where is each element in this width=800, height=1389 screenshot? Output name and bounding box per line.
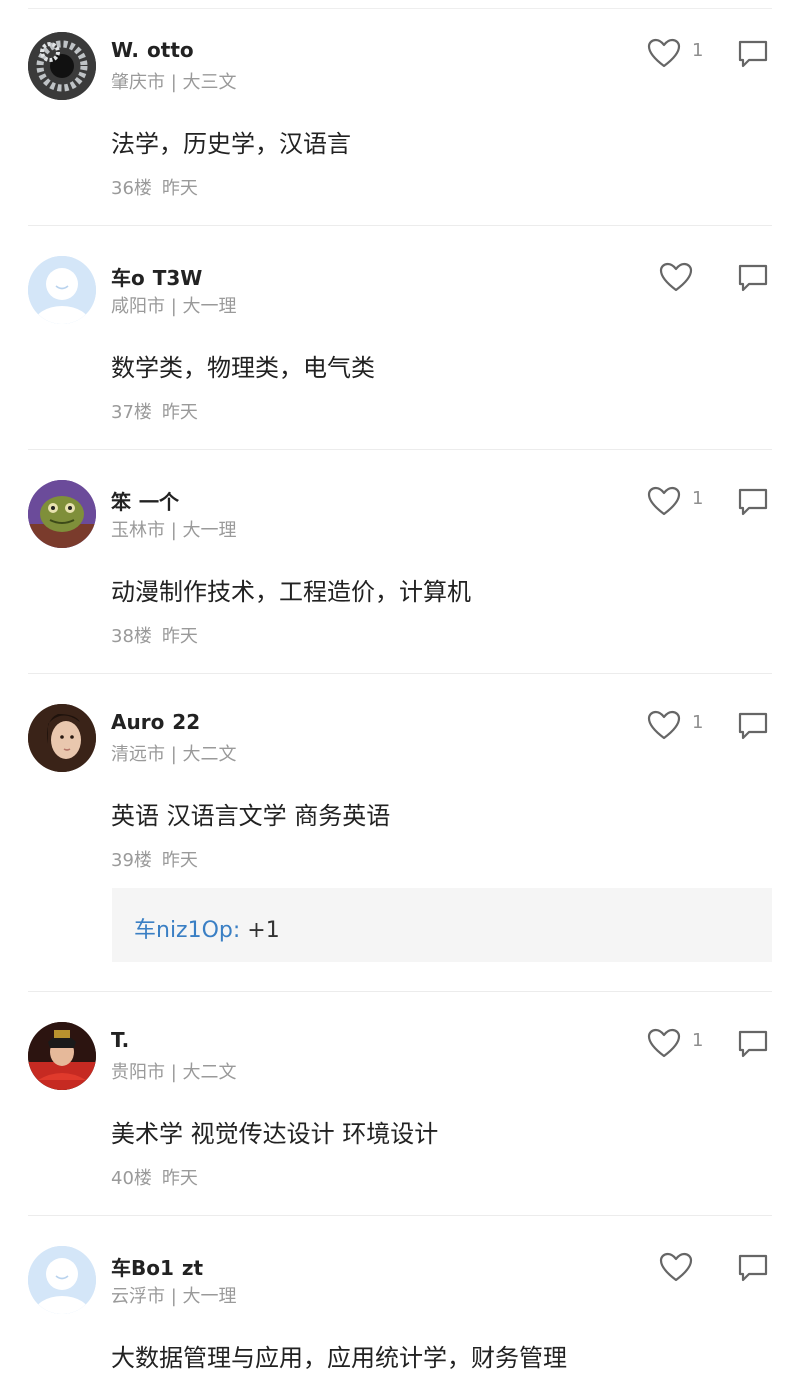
location: 咸阳市 (111, 296, 165, 317)
comment-bubble-icon (738, 40, 768, 68)
comment-divider (28, 225, 772, 226)
default-avatar-icon (28, 256, 96, 324)
heart-icon (659, 262, 693, 292)
comment-footer: 36楼 昨天 (111, 174, 208, 200)
username[interactable]: 笨 一个 (111, 486, 179, 515)
comment-text: 英语 汉语言文学 商务英语 (111, 802, 391, 830)
avatar[interactable] (28, 480, 96, 548)
location: 贵阳市 (111, 1062, 165, 1083)
floor-number: 38楼 (111, 626, 152, 647)
like-button[interactable] (658, 1251, 694, 1283)
user-meta: 玉林市 | 大一理 (111, 516, 237, 542)
reply-button[interactable] (736, 710, 770, 742)
comment-text: 法学，历史学，汉语言 (111, 130, 351, 158)
comment-text: 动漫制作技术，工程造价，计算机 (111, 578, 471, 606)
reply-text: +1 (240, 918, 280, 943)
comment-bubble-icon (738, 1254, 768, 1282)
location: 清远市 (111, 744, 165, 765)
username[interactable]: 车o T3W (111, 262, 202, 291)
heart-icon (659, 1252, 693, 1282)
username[interactable]: T. (111, 1028, 129, 1052)
grade: 大二文 (182, 1062, 237, 1083)
avatar[interactable] (28, 1022, 96, 1090)
location: 玉林市 (111, 520, 165, 541)
comment-bubble-icon (738, 1030, 768, 1058)
user-meta: 云浮市 | 大一理 (111, 1282, 237, 1308)
like-button[interactable] (646, 37, 682, 69)
user-meta: 贵阳市 | 大二文 (111, 1058, 237, 1084)
username[interactable]: 车Bo1 zt (111, 1252, 203, 1281)
reply-author[interactable]: 车niz1Op: (134, 918, 240, 943)
reply-button[interactable] (736, 1252, 770, 1284)
meta-separator: | (165, 744, 183, 765)
reply-button[interactable] (736, 486, 770, 518)
heart-icon (647, 38, 681, 68)
username[interactable]: W. otto (111, 38, 194, 62)
location: 肇庆市 (111, 72, 165, 93)
avatar[interactable] (28, 1246, 96, 1314)
comment-divider (28, 991, 772, 992)
reply-button[interactable] (736, 1028, 770, 1060)
floor-number: 37楼 (111, 402, 152, 423)
comment-text: 数学类，物理类，电气类 (111, 354, 375, 382)
comment-bubble-icon (738, 488, 768, 516)
grade: 大一理 (182, 296, 237, 317)
grade: 大二文 (182, 744, 237, 765)
like-count: 1 (692, 1030, 704, 1051)
meta-separator: | (165, 72, 183, 93)
like-count: 1 (692, 712, 704, 733)
reply-line: 车niz1Op: +1 (134, 912, 280, 944)
meta-separator: | (165, 1062, 183, 1083)
timestamp: 昨天 (161, 850, 198, 871)
username[interactable]: Auro 22 (111, 710, 200, 734)
comment-bubble-icon (738, 712, 768, 740)
reply-preview[interactable]: 车niz1Op: +1 (112, 888, 772, 962)
location: 云浮市 (111, 1286, 165, 1307)
user-meta: 清远市 | 大二文 (111, 740, 237, 766)
comment-footer: 39楼 昨天 (111, 846, 208, 872)
timestamp: 昨天 (161, 402, 198, 423)
user-meta: 肇庆市 | 大三文 (111, 68, 237, 94)
user-meta: 咸阳市 | 大一理 (111, 292, 237, 318)
default-avatar-icon (28, 1246, 96, 1314)
heart-icon (647, 710, 681, 740)
comment-footer: 40楼 昨天 (111, 1164, 208, 1190)
like-button[interactable] (646, 709, 682, 741)
grade: 大三文 (182, 72, 237, 93)
heart-icon (647, 486, 681, 516)
like-count: 1 (692, 40, 704, 61)
meta-separator: | (165, 1286, 183, 1307)
reply-button[interactable] (736, 38, 770, 70)
timestamp: 昨天 (161, 626, 198, 647)
comment-list: W. otto 肇庆市 | 大三文 法学，历史学，汉语言 36楼 昨天 1 车o … (0, 0, 800, 1389)
comment-footer: 38楼 昨天 (111, 622, 208, 648)
timestamp: 昨天 (161, 1168, 198, 1189)
comment-text: 美术学 视觉传达设计 环境设计 (111, 1120, 439, 1148)
floor-number: 36楼 (111, 178, 152, 199)
heart-icon (647, 1028, 681, 1058)
like-button[interactable] (658, 261, 694, 293)
meta-separator: | (165, 520, 183, 541)
comment-divider (28, 1215, 772, 1216)
comment-text: 大数据管理与应用，应用统计学，财务管理 (111, 1344, 567, 1372)
avatar[interactable] (28, 704, 96, 772)
reply-button[interactable] (736, 262, 770, 294)
grade: 大一理 (182, 520, 237, 541)
timestamp: 昨天 (161, 178, 198, 199)
floor-number: 40楼 (111, 1168, 152, 1189)
comment-divider (28, 449, 772, 450)
avatar[interactable] (28, 256, 96, 324)
like-count: 1 (692, 488, 704, 509)
comment-bubble-icon (738, 264, 768, 292)
like-button[interactable] (646, 1027, 682, 1059)
comment-divider (28, 673, 772, 674)
floor-number: 39楼 (111, 850, 152, 871)
avatar[interactable] (28, 32, 96, 100)
like-button[interactable] (646, 485, 682, 517)
comment-footer: 37楼 昨天 (111, 398, 208, 424)
meta-separator: | (165, 296, 183, 317)
grade: 大一理 (182, 1286, 237, 1307)
